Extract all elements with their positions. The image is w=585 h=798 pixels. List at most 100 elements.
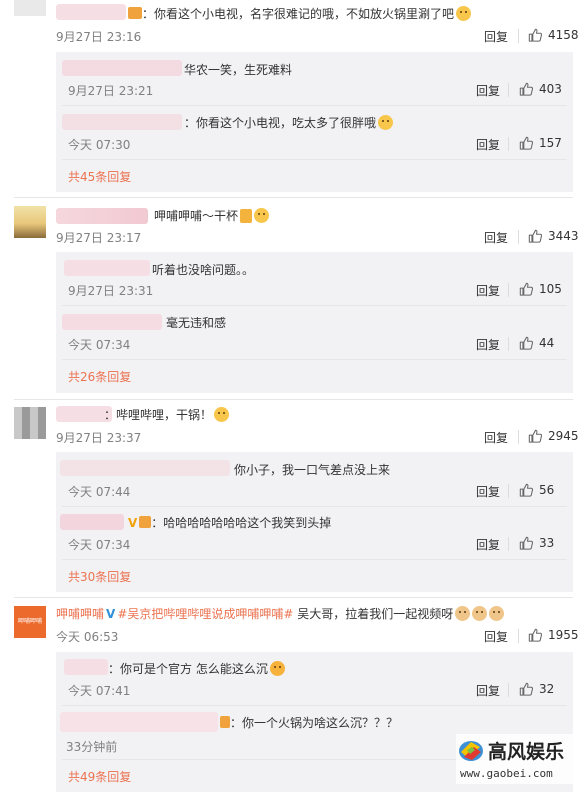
avatar[interactable] [14,407,46,439]
reply-time: 今天 07:34 [68,538,131,552]
comment-divider [14,197,573,198]
watermark-url: www.gaobei.com [460,767,553,780]
like-count: 32 [539,682,555,696]
thumbs-up-icon [519,682,533,696]
like-count: 105 [539,282,562,296]
thumbs-up-icon [519,336,533,350]
username-blurred[interactable] [62,114,182,130]
avatar[interactable]: 呷哺呷哺 [14,606,46,638]
reply-button[interactable]: 回复 [484,429,508,446]
laugh-emoji-icon [456,6,472,21]
reply-time: 今天 07:30 [68,138,131,152]
thumbs-up-icon [519,282,533,296]
more-replies-link[interactable]: 共49条回复 [68,768,131,785]
like-count: 1955 [548,628,579,642]
like-button[interactable]: 157 [519,136,562,150]
like-button[interactable]: 4158 [528,28,579,42]
reply-button[interactable]: 回复 [484,628,508,645]
reply-button[interactable]: 回复 [484,229,508,246]
username[interactable]: 呷哺呷哺 [56,607,104,621]
thumbs-up-icon [528,628,542,642]
reply-text: ：你看这个小电视，吃太多了很胖哦 [184,114,394,131]
badge-icon [128,7,142,19]
hashtag-link[interactable]: #吴京把哔哩哔哩说成呷哺呷哺# [117,607,293,621]
badge-icon [139,516,152,528]
thumbs-up-icon [519,82,533,96]
like-button[interactable]: 1955 [528,628,579,642]
reply-time: 今天 07:44 [68,485,131,499]
comment-time: 9月27日 23:16 [56,30,142,44]
reply-time: 9月27日 23:31 [68,284,154,298]
divider [508,537,509,551]
more-replies-link[interactable]: 共26条回复 [68,368,131,385]
like-count: 403 [539,82,562,96]
reply-text: ：你可是个官方 怎么能这么沉 [108,660,285,677]
username-blurred[interactable] [56,4,126,20]
verified-v-icon: V [128,516,138,530]
username-blurred[interactable] [56,208,148,224]
reply-time: 33分钟前 [66,740,118,754]
reply-box: 你小子，我一口气差点没上来 今天 07:44 回复 56 V ：哈哈哈哈哈哈哈这个… [56,452,573,592]
divider [508,337,509,351]
divider [62,359,567,360]
reply-button[interactable]: 回复 [476,536,500,553]
reply-button[interactable]: 回复 [476,682,500,699]
divider [62,105,567,106]
reply-button[interactable]: 回复 [476,483,500,500]
comment-text: ：哔哩哔哩，干锅！ [104,406,230,423]
divider [518,29,519,43]
divider [62,305,567,306]
divider [508,83,509,97]
like-button[interactable]: 2945 [528,429,579,443]
avatar[interactable] [14,206,46,238]
reply-box: 华农一笑，生死难料 9月27日 23:21 回复 403 ：你看这个小电视，吃太… [56,52,573,192]
thumbs-up-icon [528,429,542,443]
logo-icon [459,741,483,761]
username-blurred[interactable] [60,460,230,476]
username-blurred[interactable] [64,260,150,276]
reply-time: 今天 07:34 [68,338,131,352]
reply-text: 听着也没啥问题。。 [152,263,255,277]
reply-button[interactable]: 回复 [476,336,500,353]
avatar[interactable] [14,0,46,16]
thumbs-up-icon [519,136,533,150]
like-button[interactable]: 44 [519,336,554,350]
more-replies-link[interactable]: 共30条回复 [68,568,131,585]
like-button[interactable]: 33 [519,536,554,550]
reply-button[interactable]: 回复 [476,82,500,99]
watermark-brand: 高风娱乐 [488,741,565,763]
reply-button[interactable]: 回复 [476,282,500,299]
reply-button[interactable]: 回复 [484,28,508,45]
thumbs-up-icon [519,536,533,550]
divider [508,484,509,498]
like-button[interactable]: 3443 [528,229,579,243]
site-watermark: 高风娱乐 www.gaobei.com [456,734,574,784]
like-button[interactable]: 105 [519,282,562,296]
username-blurred[interactable] [60,712,218,732]
divider [62,159,567,160]
username-blurred[interactable] [64,659,108,675]
more-replies-link[interactable]: 共45条回复 [68,168,131,185]
beer-emoji-icon [240,209,253,223]
username-blurred[interactable] [60,514,124,530]
reply-button[interactable]: 回复 [476,136,500,153]
like-count: 2945 [548,429,579,443]
laugh-emoji-icon [378,115,394,130]
laugh-emoji-icon [214,407,230,422]
cat-emoji-icon [472,606,488,621]
blush-emoji-icon [269,661,285,676]
verified-v-icon: V [106,607,116,621]
like-count: 3443 [548,229,579,243]
reply-text: ：你一个火锅为啥这么沉？？？ [220,714,398,731]
divider [62,705,567,706]
like-count: 33 [539,536,555,550]
divider [62,506,567,507]
like-button[interactable]: 32 [519,682,554,696]
like-button[interactable]: 403 [519,82,562,96]
like-button[interactable]: 56 [519,483,554,497]
username-blurred[interactable] [62,60,182,76]
reply-text: 毫无违和感 [166,316,227,330]
divider [508,683,509,697]
laugh-emoji-icon [254,208,270,223]
username-blurred[interactable] [62,314,162,330]
